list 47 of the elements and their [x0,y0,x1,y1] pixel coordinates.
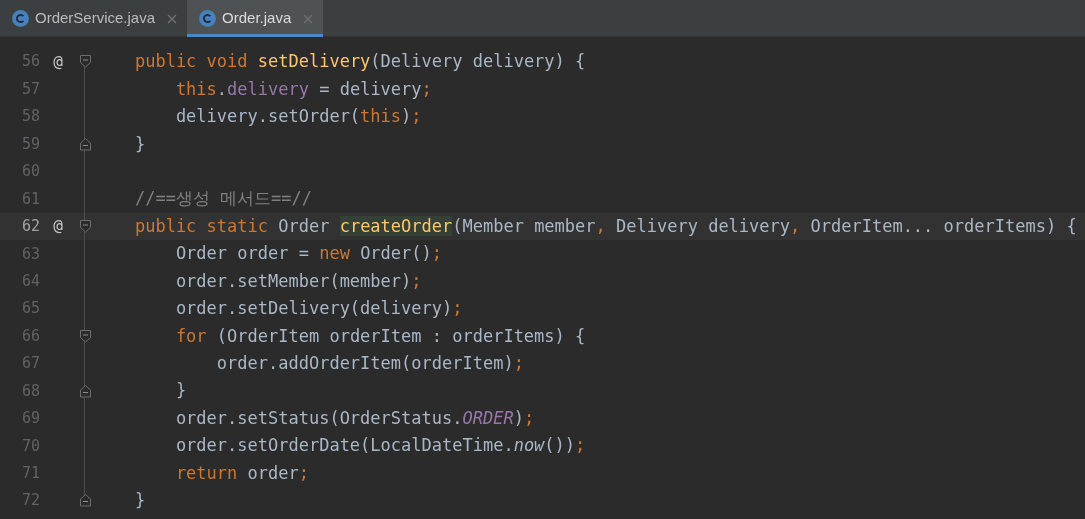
editor-tab[interactable]: OrderService.java [0,0,188,37]
line-number: 71 [21,464,40,483]
code-line: Order order = new Order(); [174,243,443,264]
line-number: 65 [21,299,40,318]
fold-collapse-icon[interactable] [78,219,92,234]
code-line: delivery.setOrder(this); [174,106,422,127]
code-line: } [133,133,146,154]
code-line: public static Order createOrder(Member member, Delivery delivery, OrderItem... orderItems) { [133,215,1077,236]
line-number: 63 [21,244,40,263]
fold-end-icon[interactable] [78,493,92,508]
code-line: } [133,490,146,511]
code-line: order.setStatus(OrderStatus.ORDER); [174,407,535,428]
code-line: order.setMember(member); [174,270,422,291]
editor-tab[interactable]: Order.java [187,0,324,37]
close-icon[interactable] [167,13,178,24]
line-number: 60 [21,162,40,181]
line-number: 62 [21,217,40,236]
code-line: order.addOrderItem(orderItem); [215,353,524,374]
c-circle-icon [199,10,217,27]
fold-collapse-icon[interactable] [78,54,92,69]
code-line: this.delivery = delivery; [174,78,432,99]
line-number: 59 [21,134,40,153]
code-line: order.setOrderDate(LocalDateTime.now()); [174,435,586,456]
line-number: 67 [21,354,40,373]
line-number: 58 [21,107,40,126]
c-circle-icon [12,10,29,27]
code-line: } [174,380,187,401]
line-number: 69 [21,409,40,428]
line-number: 70 [21,436,40,455]
close-icon[interactable] [303,13,314,24]
line-number: 66 [21,326,40,345]
line-number: 57 [21,79,40,98]
override-marker[interactable]: @ [53,49,63,74]
line-number: 61 [21,189,40,208]
override-marker[interactable]: @ [53,214,63,239]
line-number: 56 [21,52,40,71]
line-number: 68 [21,381,40,400]
fold-end-icon[interactable] [78,136,92,152]
code-line: public void setDelivery(Delivery delivery) { [133,51,586,72]
fold-end-icon[interactable] [78,383,92,399]
line-number: 72 [21,491,40,510]
code-line: order.setDelivery(delivery); [174,298,463,319]
fold-collapse-icon[interactable] [78,328,92,344]
code-line: for (OrderItem orderItem : orderItems) { [174,325,586,346]
code-line: //==생성 메서드==// [133,188,313,209]
line-number: 64 [21,271,40,290]
code-line: return order; [174,462,309,483]
